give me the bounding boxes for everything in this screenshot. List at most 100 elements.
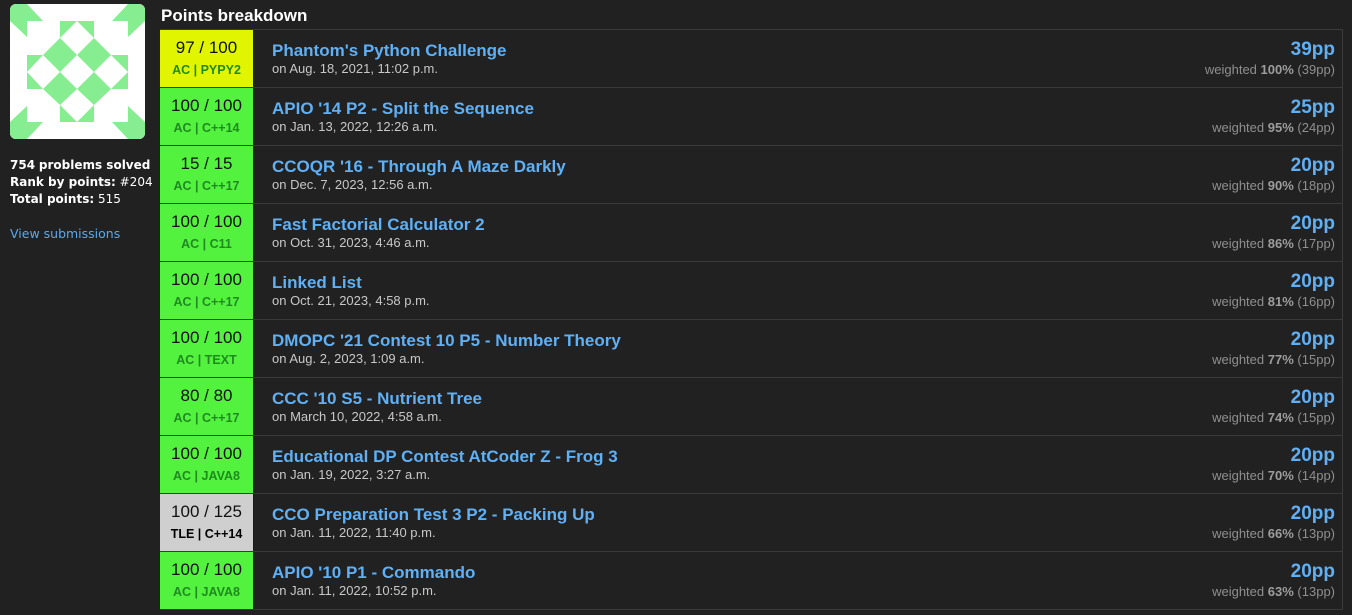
problem-points: 39pp <box>1290 39 1335 60</box>
problem-info-cell: Educational DP Contest AtCoder Z - Frog … <box>254 436 1135 493</box>
weighted-label: weighted <box>1212 178 1265 193</box>
submission-verdict: AC | JAVA8 <box>173 469 240 483</box>
weighted-label: weighted <box>1212 294 1265 309</box>
problems-solved-count: 754 <box>10 158 36 172</box>
submission-score: 100 / 100 <box>171 96 242 115</box>
points-cell: 39pp weighted 100% (39pp) <box>1135 30 1342 87</box>
breakdown-row: 100 / 100 AC | JAVA8 APIO '10 P1 - Comma… <box>160 552 1342 610</box>
problem-info-cell: CCC '10 S5 - Nutrient Tree on March 10, … <box>254 378 1135 435</box>
problem-info-cell: Phantom's Python Challenge on Aug. 18, 2… <box>254 30 1135 87</box>
points-cell: 20pp weighted 81% (16pp) <box>1135 262 1342 319</box>
submission-date: on Jan. 19, 2022, 3:27 a.m. <box>272 467 431 482</box>
problem-points: 20pp <box>1290 387 1335 408</box>
weighted-label: weighted <box>1212 526 1265 541</box>
weight-percent: 66% <box>1267 526 1294 541</box>
submission-status-cell[interactable]: 100 / 125 TLE | C++14 <box>160 494 254 551</box>
weighted-points-value: (13pp) <box>1297 526 1335 541</box>
weighted-points-value: (15pp) <box>1297 410 1335 425</box>
problem-link[interactable]: CCO Preparation Test 3 P2 - Packing Up <box>272 504 1135 525</box>
submission-verdict: AC | C++14 <box>173 121 240 135</box>
submission-verdict: TLE | C++14 <box>170 527 243 541</box>
submission-date: on Aug. 2, 2023, 1:09 a.m. <box>272 351 425 366</box>
problems-solved: 754 problems solved <box>10 157 155 174</box>
weighted-points-value: (39pp) <box>1297 62 1335 77</box>
weighted-label: weighted <box>1212 410 1265 425</box>
problem-points: 20pp <box>1290 445 1335 466</box>
weighted-points: weighted 70% (14pp) <box>1135 467 1335 484</box>
weighted-points-value: (15pp) <box>1297 352 1335 367</box>
user-profile-page: 754 problems solved Rank by points: #204… <box>0 0 1352 615</box>
submission-status-cell[interactable]: 80 / 80 AC | C++17 <box>160 378 254 435</box>
submission-score: 100 / 100 <box>171 560 242 579</box>
problem-link[interactable]: Linked List <box>272 272 1135 293</box>
view-submissions-link[interactable]: View submissions <box>10 226 155 241</box>
weight-percent: 86% <box>1267 236 1294 251</box>
submission-verdict: AC | C++17 <box>173 295 240 309</box>
submission-date: on Jan. 13, 2022, 12:26 a.m. <box>272 119 438 134</box>
weighted-points: weighted 81% (16pp) <box>1135 293 1335 310</box>
points-cell: 25pp weighted 95% (24pp) <box>1135 88 1342 145</box>
breakdown-row: 100 / 100 AC | C++14 APIO '14 P2 - Split… <box>160 88 1342 146</box>
breakdown-row: 100 / 125 TLE | C++14 CCO Preparation Te… <box>160 494 1342 552</box>
submission-score: 100 / 100 <box>171 444 242 463</box>
weighted-points: weighted 74% (15pp) <box>1135 409 1335 426</box>
weight-percent: 90% <box>1267 178 1294 193</box>
problem-info-cell: CCO Preparation Test 3 P2 - Packing Up o… <box>254 494 1135 551</box>
weighted-points: weighted 100% (39pp) <box>1135 61 1335 78</box>
submission-date: on Jan. 11, 2022, 10:52 p.m. <box>272 583 437 598</box>
problem-link[interactable]: CCOQR '16 - Through A Maze Darkly <box>272 156 1135 177</box>
weighted-points-value: (13pp) <box>1297 584 1335 599</box>
submission-status-cell[interactable]: 100 / 100 AC | JAVA8 <box>160 436 254 493</box>
points-cell: 20pp weighted 63% (13pp) <box>1135 552 1342 609</box>
rank-label: Rank by points: <box>10 175 116 189</box>
submission-verdict: AC | TEXT <box>176 353 237 367</box>
problem-link[interactable]: APIO '10 P1 - Commando <box>272 562 1135 583</box>
problem-info-cell: DMOPC '21 Contest 10 P5 - Number Theory … <box>254 320 1135 377</box>
breakdown-row: 100 / 100 AC | TEXT DMOPC '21 Contest 10… <box>160 320 1342 378</box>
submission-date: on Jan. 11, 2022, 11:40 p.m. <box>272 525 436 540</box>
total-points: Total points: 515 <box>10 191 155 208</box>
section-title: Points breakdown <box>161 6 308 25</box>
weighted-label: weighted <box>1212 584 1265 599</box>
weighted-points: weighted 63% (13pp) <box>1135 583 1335 600</box>
submission-status-cell[interactable]: 100 / 100 AC | C++17 <box>160 262 254 319</box>
submission-score: 80 / 80 <box>180 386 233 405</box>
avatar[interactable] <box>10 4 145 139</box>
problem-link[interactable]: Phantom's Python Challenge <box>272 40 1135 61</box>
submission-score: 100 / 100 <box>171 328 242 347</box>
problem-info-cell: Fast Factorial Calculator 2 on Oct. 31, … <box>254 204 1135 261</box>
problem-info-cell: CCOQR '16 - Through A Maze Darkly on Dec… <box>254 146 1135 203</box>
total-points-label: Total points: <box>10 192 95 206</box>
problems-solved-label: problems solved <box>38 158 151 172</box>
points-cell: 20pp weighted 66% (13pp) <box>1135 494 1342 551</box>
submission-status-cell[interactable]: 100 / 100 AC | JAVA8 <box>160 552 254 609</box>
submission-verdict: AC | JAVA8 <box>173 585 240 599</box>
submission-date: on Aug. 18, 2021, 11:02 p.m. <box>272 61 438 76</box>
problem-link[interactable]: DMOPC '21 Contest 10 P5 - Number Theory <box>272 330 1135 351</box>
rank-by-points: Rank by points: #204 <box>10 174 155 191</box>
submission-verdict: AC | C11 <box>181 237 232 251</box>
submission-status-cell[interactable]: 100 / 100 AC | TEXT <box>160 320 254 377</box>
problem-link[interactable]: Fast Factorial Calculator 2 <box>272 214 1135 235</box>
weighted-points-value: (18pp) <box>1297 178 1335 193</box>
submission-status-cell[interactable]: 15 / 15 AC | C++17 <box>160 146 254 203</box>
submission-verdict: AC | PYPY2 <box>172 63 241 77</box>
weight-percent: 95% <box>1267 120 1294 135</box>
total-points-value: 515 <box>97 192 121 206</box>
points-cell: 20pp weighted 86% (17pp) <box>1135 204 1342 261</box>
weighted-label: weighted <box>1212 468 1265 483</box>
breakdown-row: 97 / 100 AC | PYPY2 Phantom's Python Cha… <box>160 30 1342 88</box>
submission-status-cell[interactable]: 100 / 100 AC | C++14 <box>160 88 254 145</box>
weight-percent: 74% <box>1267 410 1294 425</box>
points-breakdown-section: Points breakdown 97 / 100 AC | PYPY2 Pha… <box>160 0 1343 610</box>
submission-verdict: AC | C++17 <box>173 411 240 425</box>
problem-link[interactable]: CCC '10 S5 - Nutrient Tree <box>272 388 1135 409</box>
problem-points: 20pp <box>1290 329 1335 350</box>
submission-score: 100 / 100 <box>171 212 242 231</box>
submission-status-cell[interactable]: 100 / 100 AC | C11 <box>160 204 254 261</box>
problem-link[interactable]: Educational DP Contest AtCoder Z - Frog … <box>272 446 1135 467</box>
problem-link[interactable]: APIO '14 P2 - Split the Sequence <box>272 98 1135 119</box>
weighted-label: weighted <box>1212 236 1265 251</box>
submission-status-cell[interactable]: 97 / 100 AC | PYPY2 <box>160 30 254 87</box>
breakdown-row: 15 / 15 AC | C++17 CCOQR '16 - Through A… <box>160 146 1342 204</box>
